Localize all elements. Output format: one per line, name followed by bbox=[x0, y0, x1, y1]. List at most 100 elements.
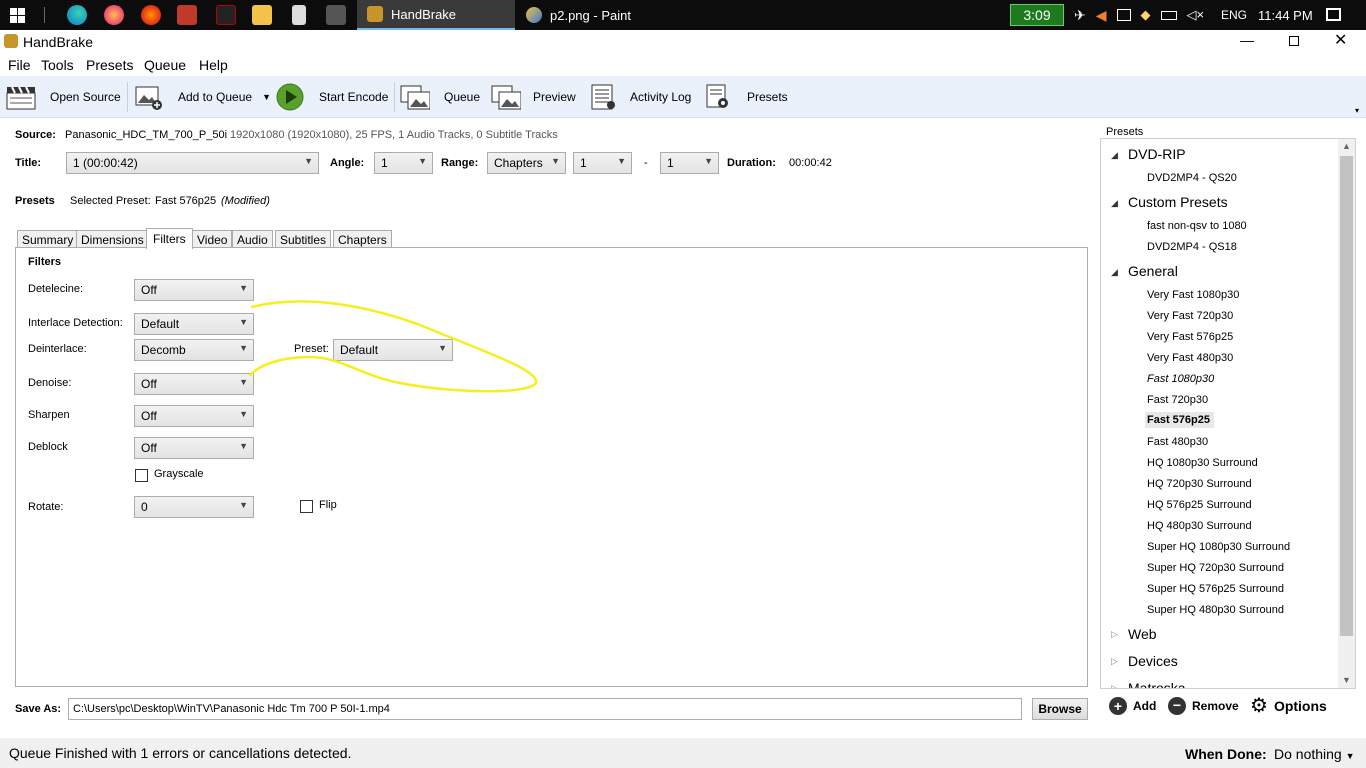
collapsed-triangle-icon[interactable]: ▷ bbox=[1111, 656, 1118, 667]
preset-item-selected[interactable]: Fast 576p25 bbox=[1145, 412, 1214, 428]
open-source-button[interactable]: Open Source bbox=[6, 82, 121, 112]
preset-item[interactable]: Very Fast 480p30 bbox=[1147, 351, 1233, 365]
preview-button[interactable]: Preview bbox=[491, 82, 576, 112]
chevron-down-icon[interactable]: ▼ bbox=[262, 92, 271, 102]
tab-chapters[interactable]: Chapters bbox=[333, 230, 392, 248]
scrollbar-thumb[interactable] bbox=[1340, 156, 1353, 636]
add-preset-button[interactable]: + Add bbox=[1109, 697, 1156, 715]
clock[interactable]: 11:44 PM bbox=[1258, 0, 1313, 30]
menu-tools[interactable]: Tools bbox=[41, 57, 74, 73]
tab-video[interactable]: Video bbox=[192, 230, 233, 248]
range-end-select[interactable]: 1 ▼ bbox=[660, 152, 719, 174]
rotate-select[interactable]: 0 ▼ bbox=[134, 496, 254, 518]
battery-icon[interactable] bbox=[1160, 10, 1177, 20]
browse-button[interactable]: Browse bbox=[1032, 698, 1088, 720]
media-app-icon[interactable] bbox=[216, 5, 236, 25]
preset-item[interactable]: fast non-qsv to 1080 bbox=[1147, 219, 1247, 233]
preset-group-custom[interactable]: Custom Presets bbox=[1128, 194, 1228, 210]
start-encode-button[interactable]: Start Encode bbox=[275, 82, 388, 112]
airplane-icon[interactable]: ✈ bbox=[1074, 7, 1086, 24]
preset-item[interactable]: DVD2MP4 - QS18 bbox=[1147, 240, 1237, 254]
interlace-detection-select[interactable]: Default ▼ bbox=[134, 313, 254, 335]
preset-group-dvd-rip[interactable]: DVD-RIP bbox=[1128, 146, 1186, 162]
tab-subtitles[interactable]: Subtitles bbox=[275, 230, 332, 248]
start-icon[interactable] bbox=[10, 8, 25, 23]
toolbar-overflow-icon[interactable]: ▾ bbox=[1355, 106, 1359, 115]
scroll-up-icon[interactable]: ▲ bbox=[1342, 141, 1351, 151]
firefox-icon[interactable] bbox=[104, 5, 124, 25]
firefox-dev-icon[interactable] bbox=[141, 5, 161, 25]
calculator-icon[interactable] bbox=[292, 5, 306, 25]
language-indicator[interactable]: ENG bbox=[1221, 0, 1247, 30]
options-button[interactable]: ⚙ Options bbox=[1250, 696, 1327, 716]
shield-icon[interactable]: ◆ bbox=[1141, 7, 1151, 23]
preset-item[interactable]: Fast 720p30 bbox=[1147, 393, 1208, 407]
add-to-queue-button[interactable]: Add to Queue ▼ bbox=[134, 82, 271, 112]
volume-icon[interactable]: ◀ bbox=[1096, 7, 1107, 24]
video-editor-icon[interactable] bbox=[326, 5, 346, 25]
menu-file[interactable]: File bbox=[8, 57, 31, 73]
deinterlace-select[interactable]: Decomb ▼ bbox=[134, 339, 254, 361]
preset-item[interactable]: DVD2MP4 - QS20 bbox=[1147, 171, 1237, 185]
edge-icon[interactable] bbox=[67, 5, 87, 25]
expanded-triangle-icon[interactable]: ◢ bbox=[1111, 198, 1118, 209]
preset-item[interactable]: HQ 720p30 Surround bbox=[1147, 477, 1252, 491]
grayscale-checkbox[interactable] bbox=[135, 469, 148, 482]
activity-log-button[interactable]: Activity Log bbox=[588, 82, 691, 112]
detelecine-select[interactable]: Off ▼ bbox=[134, 279, 254, 301]
preset-item[interactable]: Fast 480p30 bbox=[1147, 435, 1208, 449]
maximize-button[interactable] bbox=[1289, 36, 1299, 46]
denoise-select[interactable]: Off ▼ bbox=[134, 373, 254, 395]
collapsed-triangle-icon[interactable]: ▷ bbox=[1111, 683, 1118, 688]
menu-queue[interactable]: Queue bbox=[144, 57, 186, 73]
network-icon[interactable] bbox=[1116, 9, 1131, 21]
expanded-triangle-icon[interactable]: ◢ bbox=[1111, 267, 1118, 278]
preset-item[interactable]: HQ 1080p30 Surround bbox=[1147, 456, 1258, 470]
collapsed-triangle-icon[interactable]: ▷ bbox=[1111, 629, 1118, 640]
preset-item[interactable]: Super HQ 720p30 Surround bbox=[1147, 561, 1284, 575]
preset-item[interactable]: Super HQ 1080p30 Surround bbox=[1147, 540, 1290, 554]
tab-audio[interactable]: Audio bbox=[232, 230, 273, 248]
taskbar-app-handbrake[interactable]: HandBrake bbox=[357, 0, 515, 30]
preset-group-matroska[interactable]: Matroska bbox=[1128, 680, 1186, 688]
queue-button[interactable]: Queue bbox=[400, 82, 480, 112]
file-explorer-icon[interactable] bbox=[252, 5, 272, 25]
range-type-select[interactable]: Chapters ▼ bbox=[487, 152, 566, 174]
preset-item[interactable]: Very Fast 1080p30 bbox=[1147, 288, 1239, 302]
save-as-input[interactable]: C:\Users\pc\Desktop\WinTV\Panasonic Hdc … bbox=[68, 698, 1022, 720]
tab-dimensions[interactable]: Dimensions bbox=[76, 230, 149, 248]
notification-icon[interactable] bbox=[1326, 8, 1341, 21]
preset-item[interactable]: Very Fast 576p25 bbox=[1147, 330, 1233, 344]
preset-item[interactable]: Very Fast 720p30 bbox=[1147, 309, 1233, 323]
minimize-button[interactable]: — bbox=[1240, 32, 1254, 48]
mute-icon[interactable]: ◁× bbox=[1187, 7, 1205, 23]
range-start-select[interactable]: 1 ▼ bbox=[573, 152, 632, 174]
title-select[interactable]: 1 (00:00:42) ▼ bbox=[66, 152, 319, 174]
scroll-down-icon[interactable]: ▼ bbox=[1342, 675, 1351, 685]
preset-scrollbar[interactable]: ▲ ▼ bbox=[1338, 139, 1355, 688]
preset-item-default[interactable]: Fast 1080p30 bbox=[1147, 372, 1214, 386]
preset-item[interactable]: HQ 480p30 Surround bbox=[1147, 519, 1252, 533]
preset-group-web[interactable]: Web bbox=[1128, 626, 1157, 642]
tab-summary[interactable]: Summary bbox=[17, 230, 79, 248]
flip-checkbox[interactable] bbox=[300, 500, 313, 513]
sharpen-select[interactable]: Off ▼ bbox=[134, 405, 254, 427]
when-done-select[interactable]: Do nothing ▼ bbox=[1274, 746, 1355, 762]
deblock-select[interactable]: Off ▼ bbox=[134, 437, 254, 459]
preset-item[interactable]: Super HQ 480p30 Surround bbox=[1147, 603, 1284, 617]
preset-group-general[interactable]: General bbox=[1128, 263, 1178, 279]
expanded-triangle-icon[interactable]: ◢ bbox=[1111, 150, 1118, 161]
angle-select[interactable]: 1 ▼ bbox=[374, 152, 433, 174]
timer-badge[interactable]: 3:09 bbox=[1010, 4, 1064, 26]
presets-button[interactable]: Presets bbox=[703, 82, 788, 112]
remove-preset-button[interactable]: − Remove bbox=[1168, 697, 1239, 715]
preset-item[interactable]: Super HQ 576p25 Surround bbox=[1147, 582, 1284, 596]
close-button[interactable]: ✕ bbox=[1334, 30, 1347, 50]
menu-presets[interactable]: Presets bbox=[86, 57, 133, 73]
taskbar-app-paint[interactable]: p2.png - Paint bbox=[516, 0, 676, 30]
menu-help[interactable]: Help bbox=[199, 57, 228, 73]
tab-filters[interactable]: Filters bbox=[146, 228, 193, 249]
app-icon[interactable] bbox=[177, 5, 197, 25]
preset-item[interactable]: HQ 576p25 Surround bbox=[1147, 498, 1252, 512]
preset-group-devices[interactable]: Devices bbox=[1128, 653, 1178, 669]
